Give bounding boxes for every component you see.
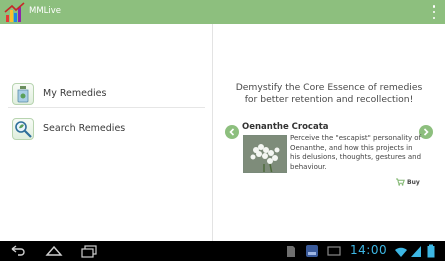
action-bar: MMLive [0, 0, 445, 24]
sd-card-icon [287, 246, 295, 257]
cart-icon [396, 178, 405, 186]
overflow-menu-icon[interactable] [432, 5, 436, 19]
promo-tagline-line2: for better retention and recollection! [244, 94, 414, 105]
menu-item-label: My Remedies [43, 88, 107, 99]
remedy-description: Perceive the "escapist" personality of O… [290, 134, 430, 172]
previous-arrow-icon[interactable] [225, 125, 239, 139]
app-logo-icon [4, 2, 25, 22]
magnifier-leaf-icon [12, 117, 34, 140]
home-icon[interactable] [45, 244, 63, 258]
battery-icon [427, 244, 435, 258]
remedy-name: Oenanthe Crocata [242, 122, 329, 132]
app-notification-icon [306, 245, 318, 257]
recent-apps-icon[interactable] [80, 244, 98, 258]
wifi-icon [395, 247, 407, 257]
menu-separator [8, 107, 205, 108]
remedy-description-line: Perceive the "escapist" personality of [290, 134, 422, 142]
remedy-bottle-icon [12, 82, 34, 105]
remedy-description-line: behaviour. [290, 162, 327, 171]
status-clock: 14:00 [350, 243, 388, 257]
promo-tagline-line1: Demystify the Core Essence of remedies [235, 82, 423, 93]
buy-button[interactable]: Buy [396, 178, 420, 186]
promo-pane: Demystify the Core Essence of remedies f… [213, 24, 445, 261]
menu-item-search-remedies[interactable]: Search Remedies [8, 111, 205, 146]
menu-item-label: Search Remedies [43, 123, 126, 134]
signal-icon [411, 246, 421, 257]
buy-label: Buy [407, 178, 420, 186]
menu-item-my-remedies[interactable]: My Remedies [8, 76, 205, 111]
system-navigation-bar: 14:00 [0, 241, 445, 261]
remedy-description-line: Oenanthe, and how this projects in [290, 143, 413, 152]
app-title: MMLive [29, 6, 62, 16]
remedy-description-line: his delusions, thoughts, gestures and [290, 153, 422, 161]
screenshot-icon [327, 246, 341, 256]
remedy-flower-image [243, 135, 287, 173]
back-icon[interactable] [9, 244, 27, 258]
